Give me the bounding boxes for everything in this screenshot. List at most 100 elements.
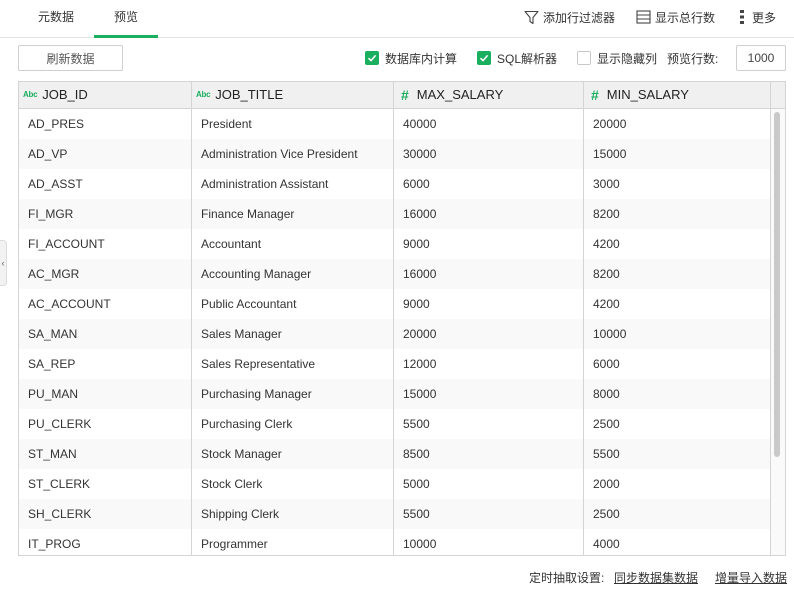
filter-icon (524, 10, 539, 24)
grid-body: AD_PRES President 40000 20000 AD_VP Administr… (19, 109, 771, 555)
chevron-left-icon: ‹ (1, 258, 5, 268)
add-row-filter-button[interactable]: 添加行过滤器 (524, 8, 615, 26)
table-cell: Stock Clerk (201, 477, 263, 491)
table-row[interactable]: AD_VP Administration Vice President 30000 1… (19, 139, 771, 169)
table-cell: ST_MAN (28, 447, 77, 461)
table-row[interactable]: AC_MGR Accounting Manager 16000 8200 (19, 259, 771, 289)
table-cell: Purchasing Manager (201, 387, 312, 401)
vertical-scrollbar-thumb[interactable] (774, 112, 780, 457)
table-cell: 30000 (403, 147, 437, 161)
table-cell: 6000 (593, 357, 620, 371)
table-row[interactable]: FI_ACCOUNT Accountant 9000 4200 (19, 229, 771, 259)
table-cell: 8200 (593, 267, 620, 281)
db-compute-checkbox[interactable]: 数据库内计算 (365, 50, 457, 66)
refresh-data-button[interactable]: 刷新数据 (18, 45, 123, 71)
table-cell: 9000 (403, 237, 430, 251)
table-cell: 4200 (593, 297, 620, 311)
table-cell: AD_VP (28, 147, 68, 161)
tab-preview[interactable]: 预览 (94, 0, 158, 38)
table-cell: SA_MAN (28, 327, 78, 341)
table-cell: Purchasing Clerk (201, 417, 293, 431)
table-cell: 15000 (593, 147, 627, 161)
show-hidden-columns-label: 显示隐藏列 (597, 51, 658, 66)
column-divider (191, 82, 192, 555)
table-cell: 3000 (593, 177, 620, 191)
table-row[interactable]: AD_PRES President 40000 20000 (19, 109, 771, 139)
sql-parser-checkbox[interactable]: SQL解析器 (477, 50, 557, 66)
table-cell: 12000 (403, 357, 437, 371)
db-compute-label: 数据库内计算 (385, 51, 458, 66)
table-cell: FI_MGR (28, 207, 74, 221)
text-type-icon: Abc (196, 90, 211, 99)
more-menu-label: 更多 (752, 10, 777, 25)
sync-dataset-link[interactable]: 同步数据集数据 (614, 569, 698, 585)
data-preview-grid: Abc JOB_ID Abc JOB_TITLE # MAX_SALARY # … (18, 81, 786, 556)
table-cell: Programmer (201, 537, 268, 551)
table-row[interactable]: ST_MAN Stock Manager 8500 5500 (19, 439, 771, 469)
table-row[interactable]: PU_MAN Purchasing Manager 15000 8000 (19, 379, 771, 409)
show-total-rows-button[interactable]: 显示总行数 (636, 8, 715, 26)
column-divider (583, 82, 584, 555)
column-header-job-id[interactable]: Abc JOB_ID (19, 82, 192, 108)
table-cell: Accountant (201, 237, 262, 251)
table-cell: Sales Representative (201, 357, 316, 371)
tab-metadata[interactable]: 元数据 (24, 0, 88, 38)
table-cell: ST_CLERK (28, 477, 91, 491)
column-header-min-salary[interactable]: # MIN_SALARY (584, 82, 771, 108)
grid-header: Abc JOB_ID Abc JOB_TITLE # MAX_SALARY # … (19, 82, 785, 109)
number-type-icon: # (591, 87, 599, 103)
top-bar: 元数据 预览 添加行过滤器 显示总行数 更多 (0, 0, 794, 38)
show-hidden-columns-checkbox[interactable]: 显示隐藏列 (577, 50, 657, 66)
preview-rows-input[interactable] (736, 45, 786, 71)
table-cell: Stock Manager (201, 447, 282, 461)
table-cell: AD_PRES (28, 117, 85, 131)
table-row[interactable]: FI_MGR Finance Manager 16000 8200 (19, 199, 771, 229)
table-cell: 10000 (403, 537, 437, 551)
column-header-label: MIN_SALARY (606, 87, 689, 102)
table-cell: 9000 (403, 297, 430, 311)
table-cell: 20000 (593, 117, 627, 131)
table-cell: AC_ACCOUNT (28, 297, 111, 311)
table-cell: PU_CLERK (28, 417, 92, 431)
more-menu-button[interactable]: 更多 (738, 8, 776, 26)
collapse-panel-handle[interactable]: ‹ (0, 240, 7, 286)
table-row[interactable]: SA_MAN Sales Manager 20000 10000 (19, 319, 771, 349)
column-divider (393, 82, 394, 555)
table-cell: 2500 (593, 507, 620, 521)
column-header-job-title[interactable]: Abc JOB_TITLE (192, 82, 394, 108)
table-cell: 40000 (403, 117, 437, 131)
table-cell: 20000 (403, 327, 437, 341)
checkbox-checked-icon (477, 51, 491, 65)
table-cell: 5500 (593, 447, 620, 461)
preview-rows-label: 预览行数: (667, 52, 719, 66)
table-rows-icon (636, 10, 651, 24)
table-cell: 4200 (593, 237, 620, 251)
table-cell: Public Accountant (201, 297, 297, 311)
table-cell: Administration Vice President (201, 147, 358, 161)
table-cell: 4000 (593, 537, 620, 551)
table-cell: 6000 (403, 177, 430, 191)
table-cell: President (201, 117, 252, 131)
table-row[interactable]: AD_ASST Administration Assistant 6000 3000 (19, 169, 771, 199)
table-cell: 10000 (593, 327, 627, 341)
show-total-rows-label: 显示总行数 (655, 10, 716, 25)
text-type-icon: Abc (23, 90, 38, 99)
table-row[interactable]: ST_CLERK Stock Clerk 5000 2000 (19, 469, 771, 499)
table-cell: 8000 (593, 387, 620, 401)
table-cell: 8200 (593, 207, 620, 221)
table-row[interactable]: IT_PROG Programmer 10000 4000 (19, 529, 771, 555)
table-row[interactable]: SH_CLERK Shipping Clerk 5500 2500 (19, 499, 771, 529)
table-cell: 8500 (403, 447, 430, 461)
more-vertical-icon (740, 10, 744, 24)
table-cell: IT_PROG (28, 537, 81, 551)
table-row[interactable]: PU_CLERK Purchasing Clerk 5500 2500 (19, 409, 771, 439)
table-row[interactable]: AC_ACCOUNT Public Accountant 9000 4200 (19, 289, 771, 319)
column-header-max-salary[interactable]: # MAX_SALARY (394, 82, 584, 108)
table-cell: 5000 (403, 477, 430, 491)
table-row[interactable]: SA_REP Sales Representative 12000 6000 (19, 349, 771, 379)
table-cell: 16000 (403, 267, 437, 281)
number-type-icon: # (401, 87, 409, 103)
table-cell: Administration Assistant (201, 177, 329, 191)
incremental-import-link[interactable]: 增量导入数据 (715, 569, 787, 585)
sql-parser-label: SQL解析器 (497, 51, 558, 66)
